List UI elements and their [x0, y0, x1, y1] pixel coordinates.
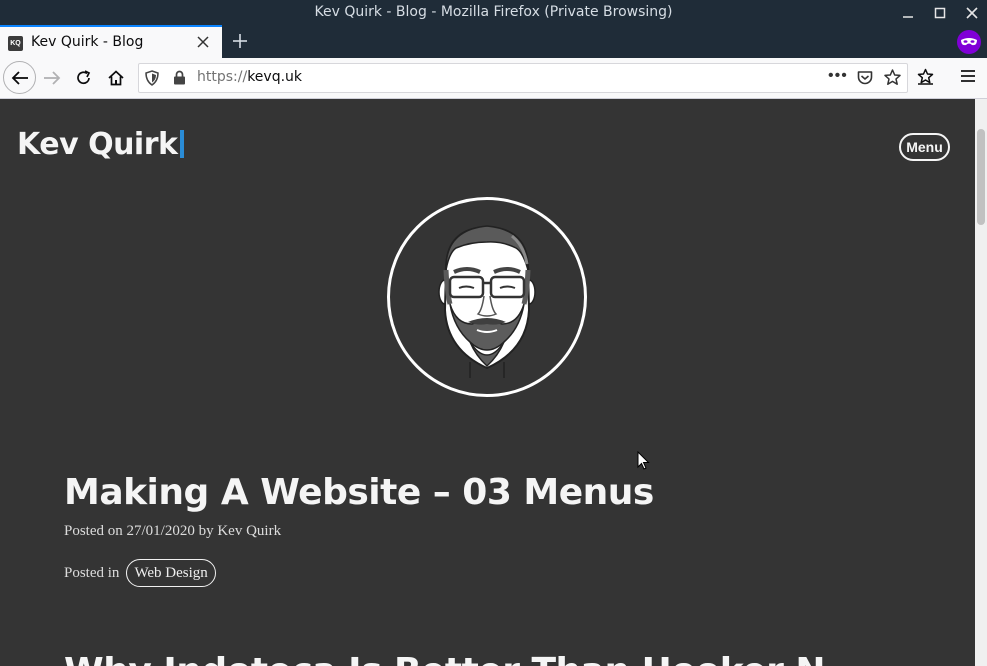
window-titlebar: Kev Quirk - Blog - Mozilla Firefox (Priv…: [0, 0, 987, 25]
reload-icon: [77, 70, 91, 85]
plus-icon: [233, 34, 247, 48]
bookmark-star-icon[interactable]: [884, 69, 901, 90]
page-actions-menu-icon[interactable]: •••: [828, 67, 848, 85]
scrollbar-thumb[interactable]: [977, 129, 985, 225]
url-bar[interactable]: https://kevq.uk •••: [138, 63, 908, 93]
private-browsing-icon: [957, 30, 981, 54]
site-title-caret: [180, 130, 185, 158]
forward-arrow-icon: [44, 71, 61, 85]
post-category-line: Posted in Web Design: [64, 559, 216, 587]
close-window-icon[interactable]: [957, 0, 987, 25]
new-tab-button[interactable]: [228, 29, 252, 53]
minimize-icon[interactable]: [893, 0, 923, 25]
category-tag[interactable]: Web Design: [126, 559, 216, 587]
maximize-icon[interactable]: [925, 0, 955, 25]
post-meta: Posted on 27/01/2020 by Kev Quirk: [64, 523, 282, 539]
site-title[interactable]: Kev Quirk: [17, 127, 185, 162]
app-menu-icon[interactable]: [960, 69, 976, 88]
forward-button[interactable]: [36, 62, 68, 94]
site-title-text: Kev Quirk: [17, 127, 178, 162]
url-scheme: https://: [197, 69, 248, 85]
window-title: Kev Quirk - Blog - Mozilla Firefox (Priv…: [314, 4, 673, 20]
close-tab-icon[interactable]: [197, 32, 209, 53]
next-post-title[interactable]: Why Indoteca Is Better Than Hooker N...: [64, 651, 865, 666]
web-page: Kev Quirk Menu Making A Website – 03 Men…: [0, 99, 975, 666]
reload-button[interactable]: [68, 62, 100, 94]
mouse-pointer-icon: [637, 451, 650, 470]
pocket-icon[interactable]: [857, 70, 873, 90]
tab-title: Kev Quirk - Blog: [31, 34, 144, 50]
site-favicon-icon: KQ: [8, 36, 23, 51]
navigation-toolbar: https://kevq.uk •••: [0, 58, 987, 99]
url-text[interactable]: https://kevq.uk: [197, 69, 302, 85]
home-button[interactable]: [100, 62, 132, 94]
avatar: [387, 197, 587, 397]
tab-strip: KQ Kev Quirk - Blog: [0, 25, 987, 58]
tab-kev-quirk-blog[interactable]: KQ Kev Quirk - Blog: [0, 25, 222, 58]
lock-icon[interactable]: [173, 70, 186, 90]
library-icon[interactable]: [917, 68, 934, 90]
url-host: kevq.uk: [247, 69, 303, 85]
menu-button[interactable]: Menu: [899, 133, 950, 161]
home-icon: [108, 70, 124, 86]
post-title[interactable]: Making A Website – 03 Menus: [64, 472, 654, 513]
page-scrollbar[interactable]: [975, 99, 987, 666]
category-prefix: Posted in: [64, 564, 120, 581]
back-button[interactable]: [3, 61, 36, 94]
back-arrow-icon: [11, 70, 28, 85]
avatar-illustration: [438, 225, 536, 378]
tracking-protection-shield-icon[interactable]: [145, 70, 159, 91]
